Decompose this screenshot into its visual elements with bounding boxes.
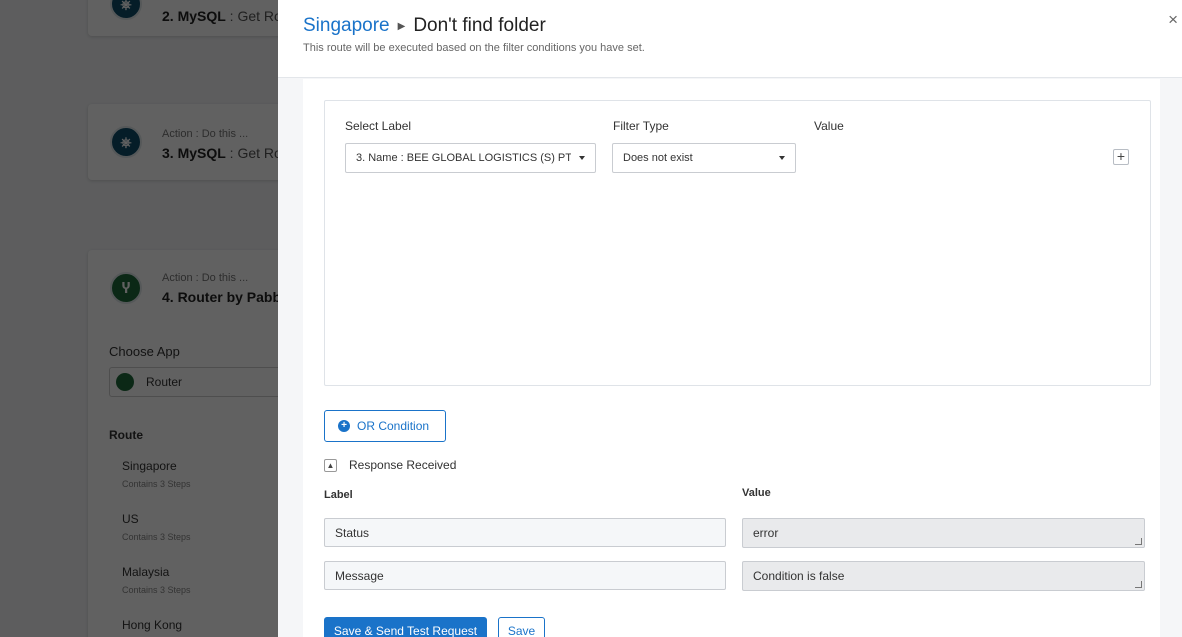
chevron-right-icon: ▶ (397, 20, 406, 32)
route-heading: Route (109, 428, 143, 442)
filter-type-value: Does not exist (623, 152, 693, 164)
filter-type-dropdown[interactable]: Does not exist (612, 143, 796, 173)
app-select[interactable]: Router (109, 367, 278, 397)
app-select-value: Router (146, 375, 183, 389)
content-panel: Select Label Filter Type Value 3. Name :… (303, 79, 1160, 637)
resize-handle-icon (1135, 581, 1142, 588)
save-button[interactable]: Save (498, 617, 545, 637)
breadcrumb-current: Don't find folder (413, 15, 546, 36)
route-filter-modal: Singapore ▶ Don't find folder This route… (278, 0, 1182, 637)
step-title: 4. Router by Pabb (162, 289, 278, 305)
or-condition-button[interactable]: + OR Condition (324, 410, 446, 442)
filter-condition-box: Select Label Filter Type Value 3. Name :… (324, 100, 1151, 386)
step-card-3[interactable]: ⎈ Action : Do this ... 3. MySQL : Get Ro (88, 104, 278, 180)
filter-type-heading: Filter Type (613, 119, 669, 133)
response-received-label: Response Received (349, 458, 457, 472)
select-label-heading: Select Label (345, 119, 412, 133)
mysql-icon: ⎈ (110, 126, 142, 158)
response-label-heading: Label (324, 489, 353, 501)
route-item-malaysia[interactable]: Malaysia Contains 3 Steps (122, 565, 191, 595)
response-value-text: error (753, 526, 779, 540)
workflow-background: ⎈ 2. MySQL : Get Ro ⎈ Action : Do this .… (0, 0, 278, 637)
step-card-2[interactable]: ⎈ 2. MySQL : Get Ro (88, 0, 278, 36)
response-value-field: Condition is false (742, 561, 1145, 591)
chevron-down-icon (779, 156, 785, 160)
close-icon[interactable]: × (1168, 10, 1178, 30)
route-item-us[interactable]: US Contains 3 Steps (122, 512, 191, 542)
step-prefix: Action : Do this ... (162, 272, 249, 284)
route-item-singapore[interactable]: Singapore Contains 3 Steps (122, 459, 191, 489)
select-label-dropdown[interactable]: 3. Name : BEE GLOBAL LOGISTICS (S) PTI (345, 143, 596, 173)
response-label-field[interactable]: Status (324, 518, 726, 547)
save-and-send-test-button[interactable]: Save & Send Test Request (324, 617, 487, 637)
step-title: 3. MySQL : Get Ro (162, 145, 278, 161)
modal-header: Singapore ▶ Don't find folder This route… (278, 0, 1182, 78)
response-value-text: Condition is false (753, 569, 845, 583)
chevron-down-icon (579, 156, 585, 160)
route-item-hong-kong[interactable]: Hong Kong (122, 618, 182, 632)
or-condition-label: OR Condition (357, 419, 430, 433)
breadcrumb-parent[interactable]: Singapore (303, 15, 390, 37)
value-heading: Value (814, 119, 844, 133)
resize-handle-icon (1135, 538, 1142, 545)
mysql-icon: ⎈ (110, 0, 142, 20)
chevron-up-icon[interactable]: ▲ (324, 458, 337, 472)
router-icon: Ⴤ (110, 272, 142, 304)
response-value-field: error (742, 518, 1145, 548)
choose-app-label: Choose App (109, 344, 180, 359)
step-prefix: Action : Do this ... (162, 128, 249, 140)
response-value-heading: Value (742, 487, 771, 499)
add-condition-button[interactable]: + (1113, 149, 1129, 165)
response-received-toggle[interactable]: ▲ Response Received (324, 458, 456, 472)
response-label-field[interactable]: Message (324, 561, 726, 590)
plus-circle-icon: + (338, 420, 350, 432)
modal-subtitle: This route will be executed based on the… (303, 42, 645, 54)
select-label-value: 3. Name : BEE GLOBAL LOGISTICS (S) PTI (356, 152, 571, 164)
step-title: 2. MySQL : Get Ro (162, 8, 278, 24)
router-icon (116, 373, 134, 391)
breadcrumb: Singapore ▶ Don't find folder (303, 15, 546, 37)
